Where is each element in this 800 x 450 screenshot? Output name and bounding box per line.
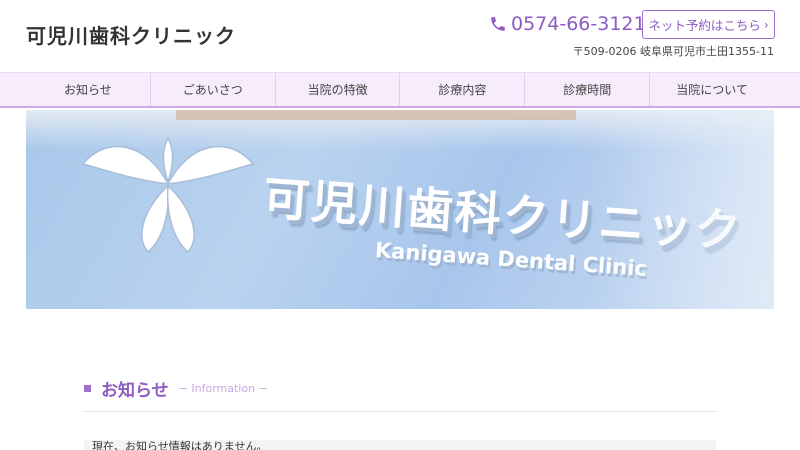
nav-item-hours[interactable]: 診療時間 (525, 73, 651, 106)
online-reservation-label: ネット予約はこちら (648, 18, 761, 33)
phone-number-link[interactable]: 0574-66-3121 (489, 12, 646, 36)
info-message: 現在、お知らせ情報はありません。 (84, 440, 716, 450)
info-subtitle: − Information − (178, 382, 268, 395)
clinic-name-logo[interactable]: 可児川歯科クリニック (26, 20, 236, 49)
chevron-right-icon: › (763, 17, 769, 32)
nav-item-greeting[interactable]: ごあいさつ (151, 73, 276, 106)
site-header: 可児川歯科クリニック 0574-66-3121 ネット予約はこちら › 〒509… (0, 0, 800, 72)
nav-item-treatments[interactable]: 診療内容 (400, 73, 526, 106)
nav-item-about[interactable]: 当院について (650, 73, 774, 106)
phone-icon (491, 17, 505, 31)
global-nav: お知らせ ごあいさつ 当院の特徴 診療内容 診療時間 当院について (0, 72, 800, 108)
square-bullet-icon (84, 385, 91, 392)
hero-glow (594, 110, 774, 309)
info-title: お知らせ (101, 381, 169, 401)
clinic-emblem-icon (81, 136, 255, 254)
info-heading: お知らせ − Information − (84, 376, 268, 401)
clinic-address: 〒509-0206 岐阜県可児市土田1355-11 (572, 45, 774, 58)
hero-beam (176, 110, 576, 120)
online-reservation-button[interactable]: ネット予約はこちら › (642, 10, 775, 39)
divider (84, 411, 716, 412)
nav-item-features[interactable]: 当院の特徴 (276, 73, 401, 106)
hero-image: 可児川歯科クリニック Kanigawa Dental Clinic (26, 110, 774, 309)
nav-item-news[interactable]: お知らせ (26, 73, 151, 106)
phone-number: 0574-66-3121 (511, 13, 646, 35)
